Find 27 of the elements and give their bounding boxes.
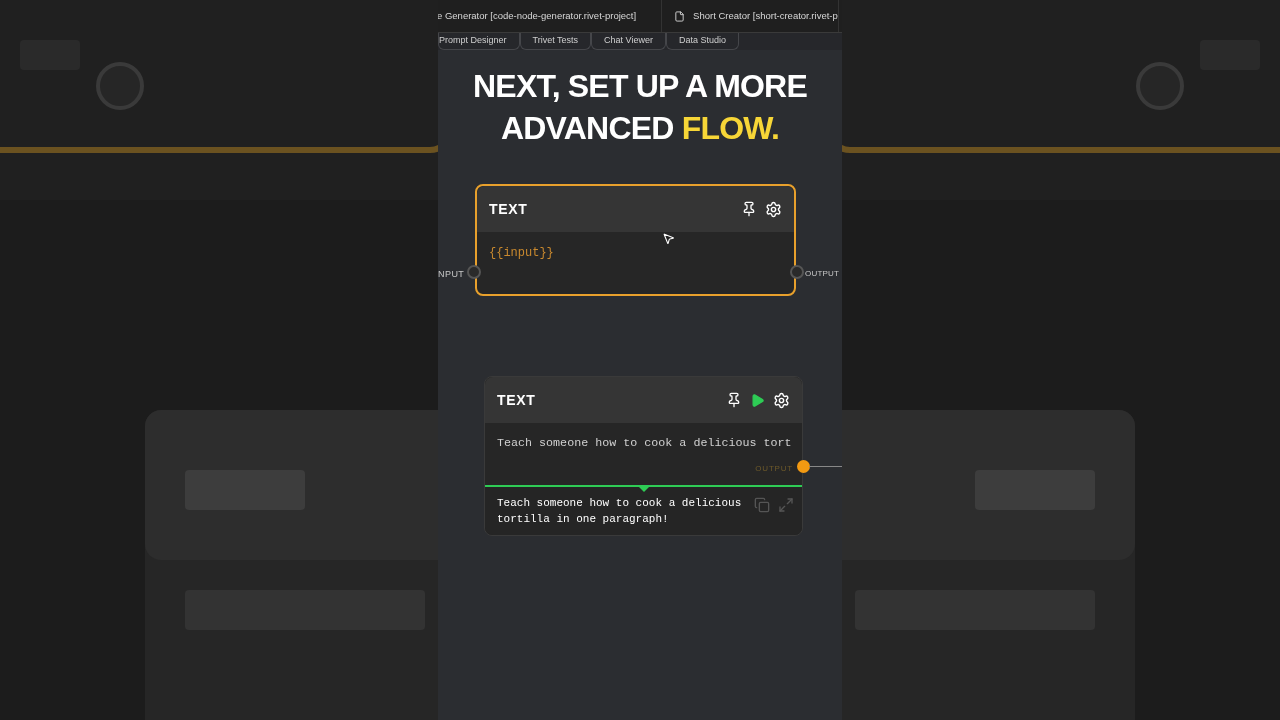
nav-tab[interactable]: Chat Viewer (591, 33, 666, 50)
mouse-cursor-icon (662, 232, 675, 245)
input-port[interactable] (467, 265, 481, 279)
file-tab[interactable]: e Generator [code-node-generator.rivet-project] (438, 0, 663, 32)
settings-icon[interactable] (765, 200, 782, 218)
input-port-label: NPUT (438, 268, 465, 281)
caption-line: NEXT, SET UP A MORE (473, 67, 807, 106)
caption-line: ADVANCED FLOW. (501, 109, 779, 148)
pin-icon[interactable] (741, 201, 757, 217)
text-node[interactable]: TEXT {{input}} (475, 184, 796, 296)
triangle-marker-icon (637, 485, 651, 492)
output-port-label: OUTPUT (755, 463, 793, 475)
connection-wire (809, 466, 842, 467)
nav-tab[interactable]: Prompt Designer (438, 33, 520, 50)
settings-icon[interactable] (773, 391, 790, 409)
file-icon (674, 10, 686, 22)
node-body-text: {{input}} (489, 245, 555, 262)
node-title: TEXT (497, 390, 536, 410)
node-title: TEXT (489, 199, 528, 219)
play-icon[interactable] (750, 392, 765, 408)
node-body-text: Teach someone how to cook a delicious tort (497, 435, 790, 452)
nav-tab[interactable]: Trivet Tests (519, 33, 592, 50)
output-port-label: OUTPUT (805, 268, 840, 280)
nav-tab[interactable]: Data Studio (665, 33, 739, 50)
result-text: Teach someone how to cook a delicious tortilla in one paragraph! (497, 496, 743, 527)
file-tab[interactable]: Short Creator [short-creator.rivet-p (662, 0, 839, 32)
pin-icon[interactable] (726, 392, 742, 408)
